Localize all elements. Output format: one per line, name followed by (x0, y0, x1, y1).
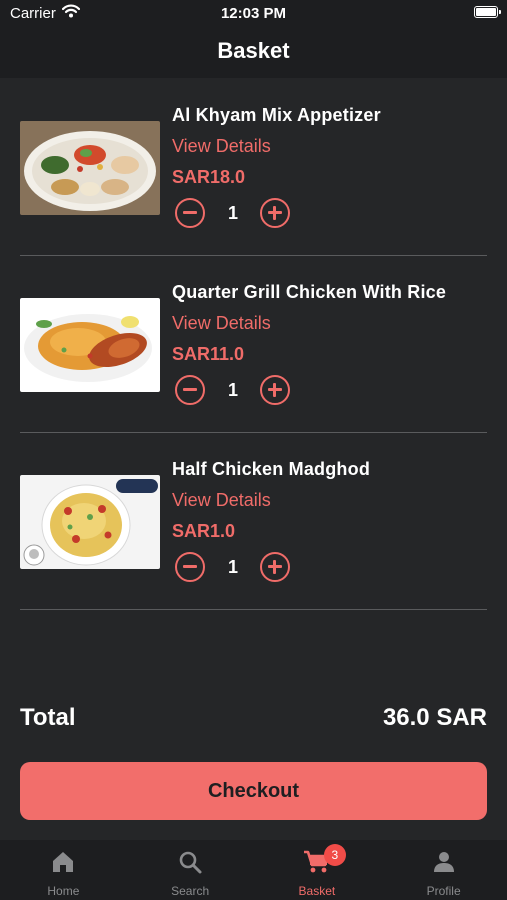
increase-quantity-button[interactable] (260, 375, 290, 405)
total-value: 36.0 SAR (382, 704, 487, 731)
food-image (20, 121, 160, 215)
clock: 12:03 PM (220, 5, 287, 22)
item-price: SAR18.0 (172, 167, 246, 187)
profile-icon (431, 849, 457, 880)
nav-bar: Basket (0, 30, 507, 78)
tab-label: Search (171, 884, 210, 898)
tab-search[interactable]: Search (127, 840, 254, 900)
basket-item: Al Khyam Mix Appetizer View Details SAR1… (20, 79, 487, 256)
item-price: SAR11.0 (172, 344, 245, 364)
page-title: Basket (217, 38, 290, 63)
decrease-quantity-button[interactable] (175, 552, 205, 582)
total-label: Total (20, 704, 76, 731)
view-details-link[interactable]: View Details (172, 136, 271, 157)
home-icon (50, 849, 76, 880)
basket-item: Quarter Grill Chicken With Rice View Det… (20, 256, 487, 433)
item-name: Al Khyam Mix Appetizer (172, 105, 381, 125)
tab-label: Profile (426, 884, 461, 898)
view-details-link[interactable]: View Details (172, 313, 271, 334)
increase-quantity-button[interactable] (260, 198, 290, 228)
decrease-quantity-button[interactable] (175, 198, 205, 228)
quantity-value: 1 (227, 557, 238, 577)
increase-quantity-button[interactable] (260, 552, 290, 582)
decrease-quantity-button[interactable] (175, 375, 205, 405)
food-image (20, 475, 160, 569)
item-name: Half Chicken Madghod (172, 459, 371, 479)
tab-label: Basket (298, 884, 336, 898)
view-details-link[interactable]: View Details (172, 490, 271, 511)
quantity-value: 1 (227, 380, 238, 400)
tab-home[interactable]: Home (0, 840, 127, 900)
tab-basket[interactable]: 3 Basket (254, 840, 381, 900)
item-price: SAR1.0 (172, 521, 236, 541)
basket-item: Half Chicken Madghod View Details SAR1.0… (20, 433, 487, 610)
status-bar: Carrier 12:03 PM (0, 0, 507, 30)
search-icon (177, 849, 203, 880)
divider (20, 609, 487, 610)
cart-badge: 3 (323, 844, 346, 866)
quantity-value: 1 (227, 203, 238, 223)
tab-profile[interactable]: Profile (380, 840, 507, 900)
tab-label: Home (47, 884, 80, 898)
item-name: Quarter Grill Chicken With Rice (172, 282, 447, 302)
food-image (20, 298, 160, 392)
tab-bar: Home Search 3 Basket Profile (0, 840, 507, 900)
checkout-button[interactable]: Checkout (20, 762, 487, 820)
battery-icon (474, 6, 501, 18)
